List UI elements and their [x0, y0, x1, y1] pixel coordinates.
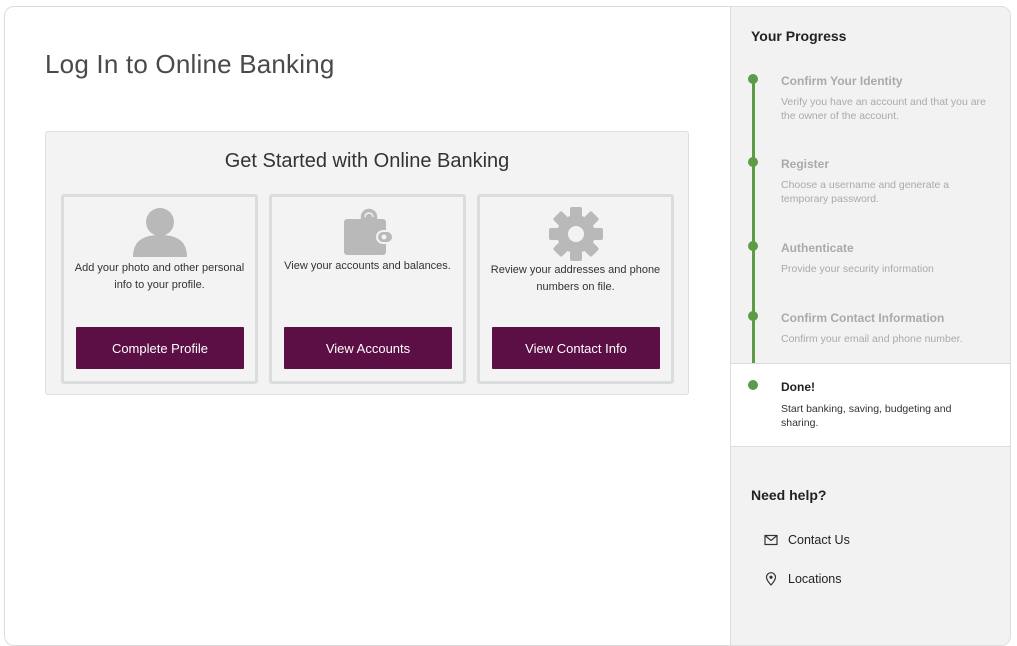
mail-icon	[764, 534, 778, 546]
step-title: Confirm Your Identity	[781, 74, 903, 88]
main-content: Log In to Online Banking Get Started wit…	[5, 7, 730, 645]
gear-icon	[548, 207, 603, 261]
step-description: Confirm your email and phone number.	[781, 333, 963, 345]
card-title: Get Started with Online Banking	[224, 150, 510, 172]
contact-us-label[interactable]: Contact Us	[788, 533, 850, 547]
step-description: Provide your security information	[781, 263, 934, 275]
step-title: Done!	[781, 380, 815, 394]
progress-sidebar: Your Progress Confirm Your Identity Veri…	[730, 7, 1010, 645]
step-title: Register	[781, 157, 830, 171]
contact-us-link[interactable]: Contact Us	[764, 530, 850, 550]
step-complete-dot	[748, 241, 758, 251]
progress-step: Confirm Contact Information Confirm your…	[731, 304, 1010, 354]
step-description: Start banking, saving, budgeting and sha…	[781, 403, 952, 429]
progress-step-current: Done! Start banking, saving, budgeting a…	[731, 363, 1010, 447]
tile-description: Add your photo and other personal info t…	[74, 262, 245, 291]
step-description: Verify you have an account and that you …	[781, 96, 986, 122]
tile-description: Review your addresses and phone numbers …	[490, 264, 661, 293]
step-title: Authenticate	[781, 241, 854, 255]
progress-step: Register Choose a username and generate …	[731, 150, 1010, 220]
step-title: Confirm Contact Information	[781, 311, 945, 325]
step-complete-dot	[748, 74, 758, 84]
step-complete-dot	[748, 157, 758, 167]
get-started-card: Get Started with Online Banking Add your…	[45, 131, 689, 395]
step-current-dot	[748, 380, 758, 390]
step-description: Choose a username and generate a tempora…	[781, 179, 950, 205]
progress-step: Authenticate Provide your security infor…	[731, 234, 1010, 294]
locations-label[interactable]: Locations	[788, 572, 842, 586]
location-pin-icon	[765, 572, 777, 586]
complete-profile-button[interactable]: Complete Profile	[76, 327, 244, 369]
wallet-icon	[343, 207, 394, 255]
step-complete-dot	[748, 311, 758, 321]
accounts-tile: View your accounts and balances. View Ac…	[269, 194, 466, 384]
progress-heading: Your Progress	[751, 28, 847, 44]
progress-step: Confirm Your Identity Verify you have an…	[731, 67, 1010, 137]
locations-link[interactable]: Locations	[764, 569, 842, 589]
page-title: Log In to Online Banking	[45, 49, 335, 79]
help-heading: Need help?	[751, 487, 827, 503]
tile-description: View your accounts and balances.	[284, 260, 451, 272]
view-contact-info-button[interactable]: View Contact Info	[492, 327, 660, 369]
view-accounts-button[interactable]: View Accounts	[284, 327, 452, 369]
contact-info-tile: Review your addresses and phone numbers …	[477, 194, 674, 384]
user-icon	[132, 208, 187, 257]
profile-tile: Add your photo and other personal info t…	[61, 194, 258, 384]
page-frame: Log In to Online Banking Get Started wit…	[4, 6, 1011, 646]
